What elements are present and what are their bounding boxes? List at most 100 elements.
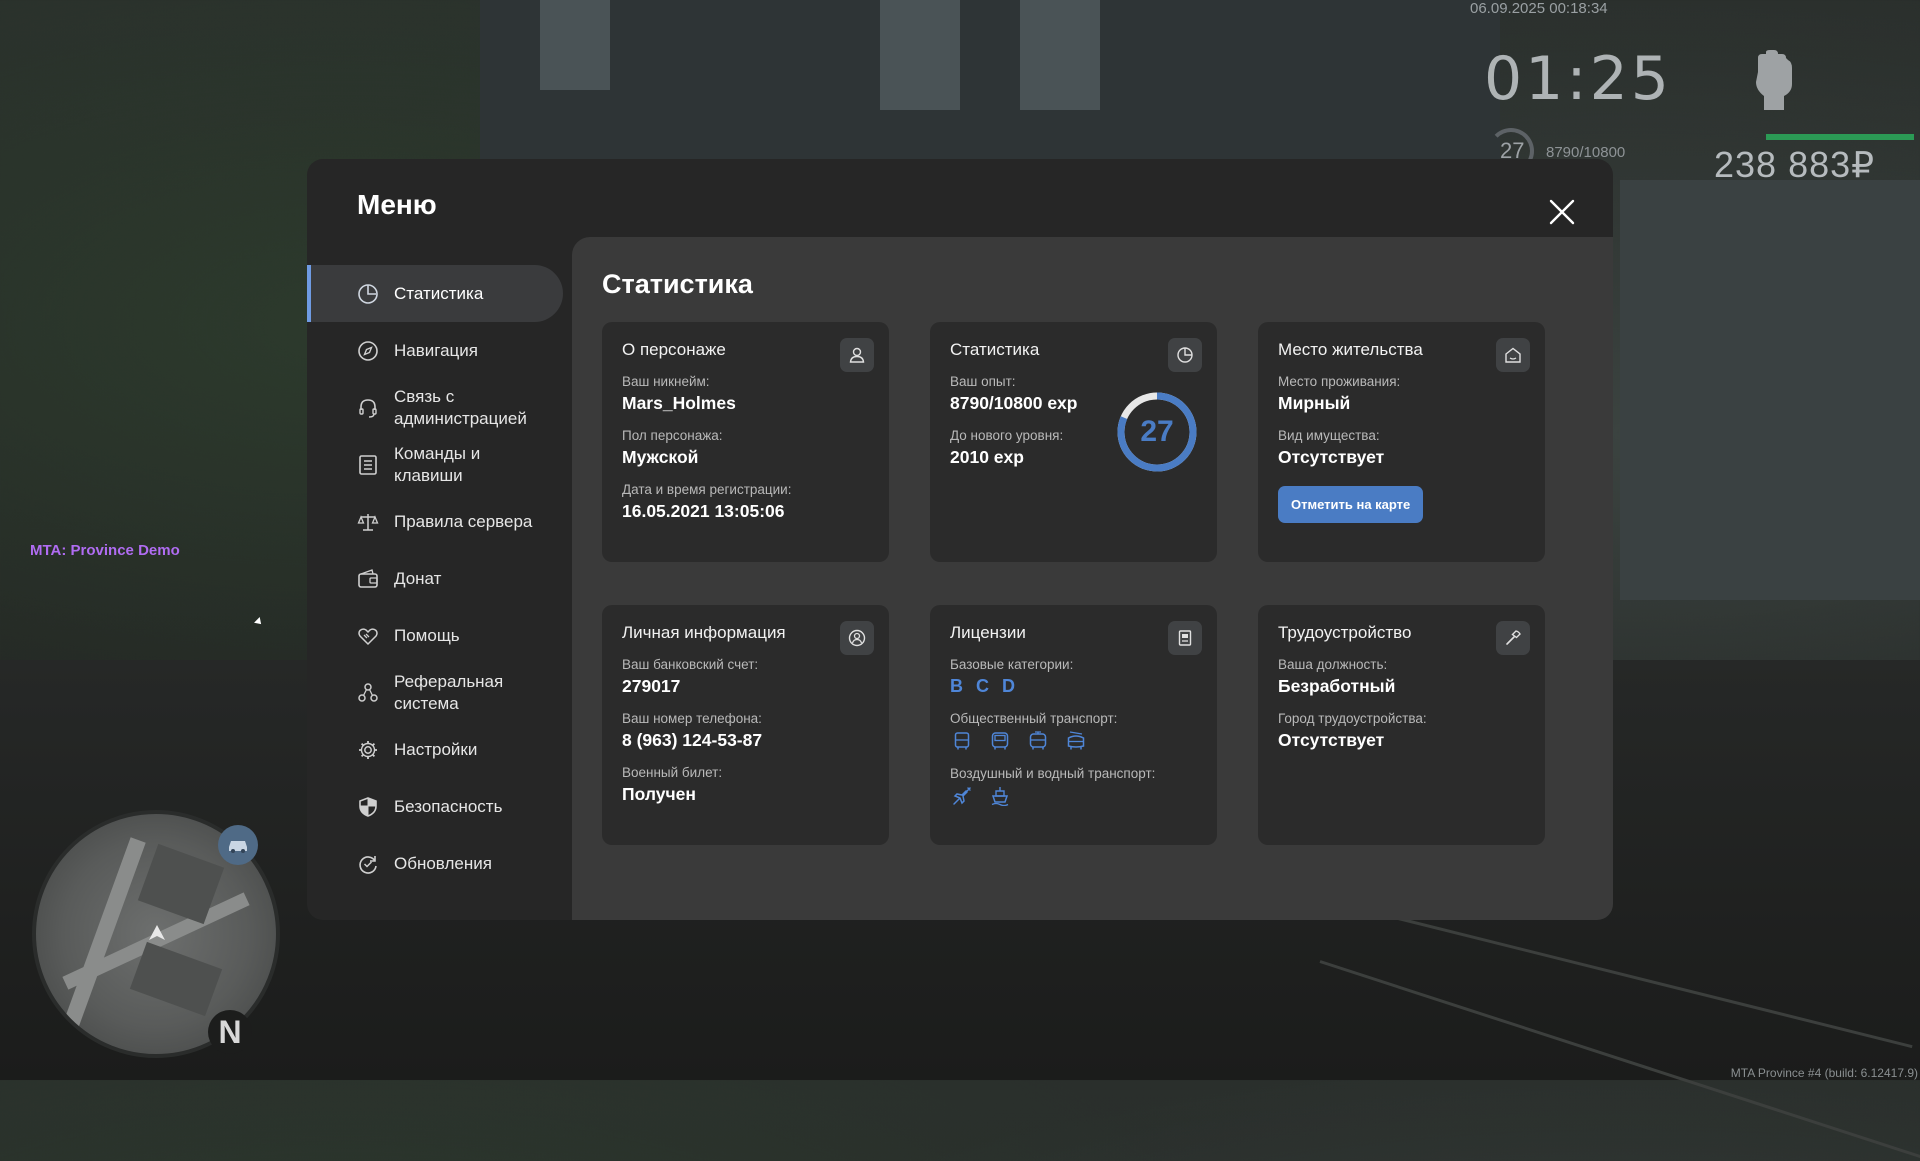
card-character: О персонаже Ваш никнейм: Mars_Holmes Пол… (602, 322, 889, 562)
sidebar-item-settings[interactable]: Настройки (307, 721, 563, 778)
minimap-road (62, 837, 146, 1031)
gender-label: Пол персонажа: (622, 428, 723, 443)
sidebar-item-label: Настройки (394, 739, 478, 759)
bus-front-icon (990, 730, 1010, 752)
sidebar-item-label: Команды и клавиши (394, 443, 481, 485)
public-transport-icons (952, 730, 1197, 752)
vehicle-marker-icon (218, 825, 258, 865)
level-value: 27 (1140, 415, 1174, 448)
exp-label: Ваш опыт: (950, 374, 1016, 389)
card-residence: Место жительства Место проживания: Мирны… (1258, 322, 1545, 562)
mark-on-map-button[interactable]: Отметить на карте (1278, 486, 1424, 523)
registration-label: Дата и время регистрации: (622, 482, 792, 497)
bank-label: Ваш банковский счет: (622, 657, 759, 672)
hud-clock: 01:25 (1484, 44, 1672, 114)
shield-icon (356, 795, 380, 819)
card-statistics: Статистика Ваш опыт: 8790/10800 exp До н… (930, 322, 1217, 562)
card-title: Статистика (950, 340, 1040, 359)
sidebar: Статистика Навигация Связь с администрац… (307, 265, 563, 892)
card-title: Личная информация (622, 623, 786, 642)
tram-icon (1028, 730, 1048, 752)
sidebar-item-label: Статистика (394, 283, 484, 303)
plane-icon (952, 785, 972, 807)
license-category: D (1002, 676, 1015, 696)
hud-health-bar (1766, 134, 1914, 140)
scales-icon (356, 510, 380, 534)
phone-label: Ваш номер телефона: (622, 711, 762, 726)
referral-icon (356, 681, 380, 705)
base-categories-label: Базовые категории: (950, 657, 1074, 672)
pie-chart-icon (356, 282, 380, 306)
sidebar-item-rules[interactable]: Правила сервера (307, 493, 563, 550)
sidebar-item-updates[interactable]: Обновления (307, 835, 563, 892)
building-window (1020, 0, 1100, 110)
mouse-cursor (254, 617, 264, 627)
player-arrow-icon (149, 925, 165, 940)
list-icon (356, 453, 380, 477)
employment-city-value: Отсутствует (1278, 730, 1385, 750)
gear-icon (356, 738, 380, 762)
menu-title: Меню (357, 189, 437, 220)
property-label: Вид имущества: (1278, 428, 1380, 443)
boat-icon (990, 785, 1010, 807)
server-label: MTA: Province Demo (30, 542, 180, 559)
air-water-transport-icons (952, 785, 1197, 807)
headset-icon (356, 396, 380, 420)
card-title: Трудоустройство (1278, 623, 1412, 642)
military-value: Получен (622, 784, 696, 804)
build-info: MTA Province #4 (build: 6.12417.9) (1730, 1066, 1918, 1080)
nickname-value: Mars_Holmes (622, 393, 736, 413)
sidebar-item-label: Связь с администрацией (394, 386, 527, 428)
sidebar-item-label: Правила сервера (394, 511, 533, 531)
bus-icon (952, 730, 972, 752)
nickname-label: Ваш никнейм: (622, 374, 710, 389)
sidebar-item-security[interactable]: Безопасность (307, 778, 563, 835)
property-value: Отсутствует (1278, 447, 1385, 467)
page-title: Статистика (602, 269, 753, 299)
house-icon (1496, 338, 1530, 372)
refresh-icon (356, 852, 380, 876)
wallet-icon (356, 567, 380, 591)
gender-value: Мужской (622, 447, 699, 467)
user-circle-icon (840, 621, 874, 655)
close-icon[interactable] (1547, 197, 1577, 227)
sidebar-item-help[interactable]: Помощь (307, 607, 563, 664)
sidebar-item-label: Обновления (394, 853, 492, 873)
bank-value: 279017 (622, 676, 681, 696)
sidebar-item-statistics[interactable]: Статистика (307, 265, 563, 322)
sidebar-item-commands[interactable]: Команды и клавиши (307, 436, 563, 493)
sidebar-item-admin-contact[interactable]: Связь с администрацией (307, 379, 563, 436)
card-licenses: Лицензии Базовые категории: B C D Общест… (930, 605, 1217, 845)
sidebar-item-referral[interactable]: Реферальная система (307, 664, 563, 721)
sidebar-item-navigation[interactable]: Навигация (307, 322, 563, 379)
air-water-transport-label: Воздушный и водный транспорт: (950, 766, 1156, 781)
menu-window: Меню Статистика Навигация Связь с админи… (307, 159, 1613, 920)
sidebar-item-label: Безопасность (394, 796, 503, 816)
military-label: Военный билет: (622, 765, 723, 780)
position-value: Безработный (1278, 676, 1396, 696)
minimap-north: N (208, 1010, 252, 1054)
minimap-block (129, 941, 223, 1017)
building-window (540, 0, 610, 90)
card-employment: Трудоустройство Ваша должность: Безработ… (1258, 605, 1545, 845)
pie-chart-icon (1168, 338, 1202, 372)
user-icon (840, 338, 874, 372)
hammer-icon (1496, 621, 1530, 655)
document-icon (1168, 621, 1202, 655)
fist-icon (1756, 50, 1792, 110)
building-window (880, 0, 960, 110)
base-categories: B C D (950, 676, 1197, 697)
building (480, 0, 1500, 160)
license-category: B (950, 676, 963, 696)
phone-value: 8 (963) 124-53-87 (622, 730, 763, 750)
registration-value: 16.05.2021 13:05:06 (622, 501, 785, 521)
hud-datetime: 06.09.2025 00:18:34 (1470, 0, 1608, 17)
sidebar-item-donate[interactable]: Донат (307, 550, 563, 607)
sidebar-item-label: Донат (394, 568, 442, 588)
place-value: Мирный (1278, 393, 1351, 413)
sidebar-item-label: Помощь (394, 625, 460, 645)
sidebar-item-label: Реферальная система (394, 671, 504, 713)
card-title: Место жительства (1278, 340, 1423, 359)
public-transport-label: Общественный транспорт: (950, 711, 1118, 726)
compass-icon (356, 339, 380, 363)
